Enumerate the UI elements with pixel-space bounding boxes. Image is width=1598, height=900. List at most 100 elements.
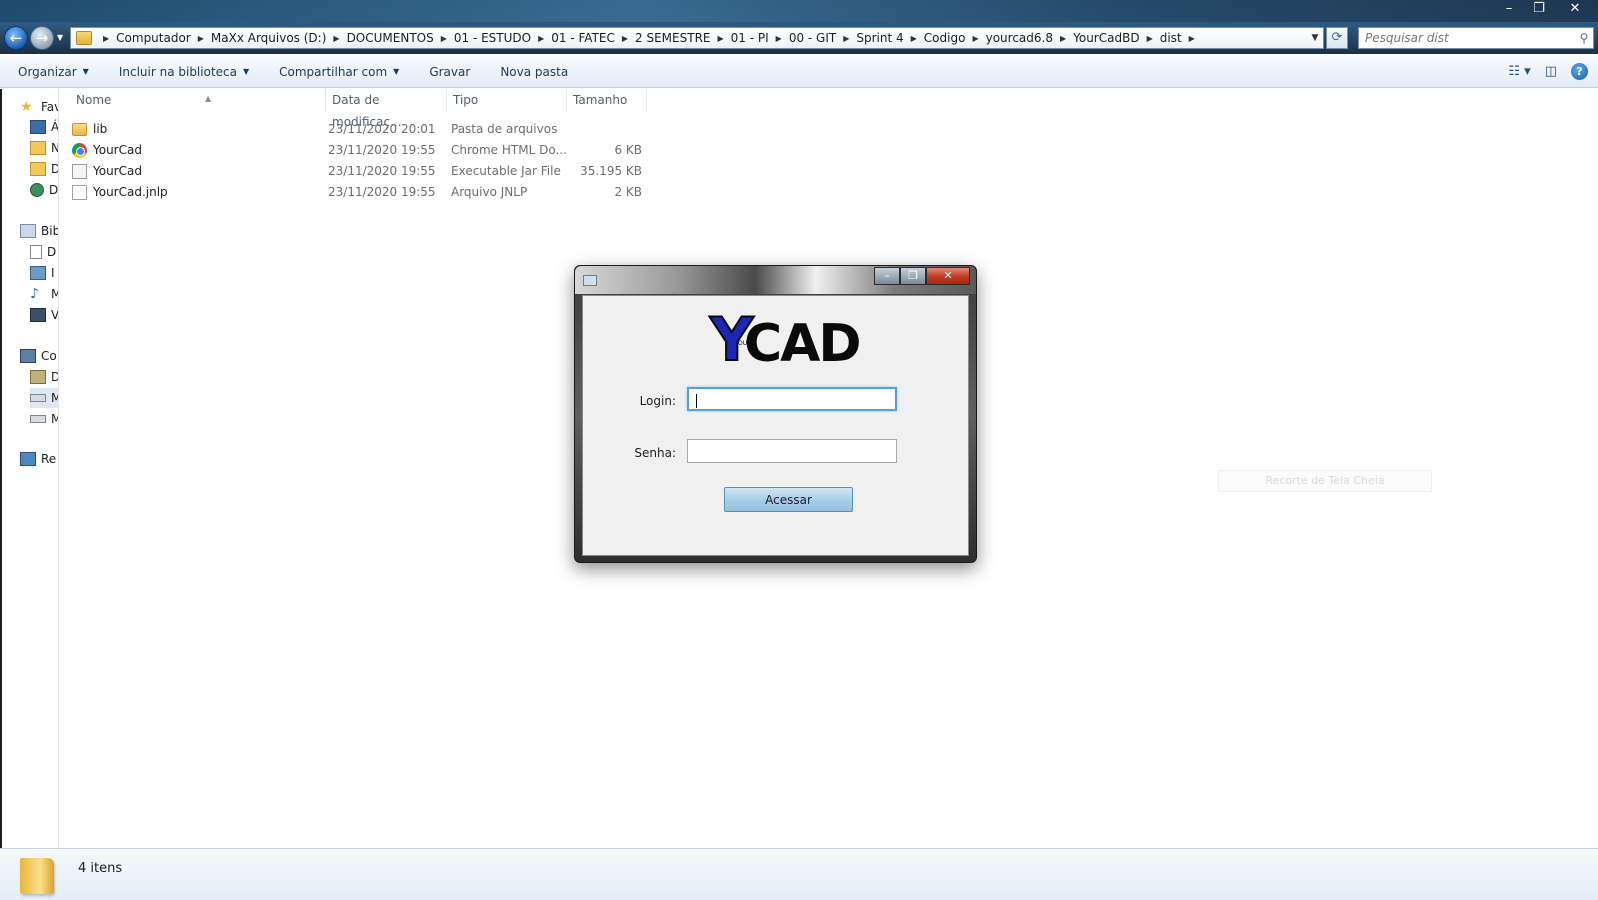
view-options-icon[interactable]: ☷ ▾ xyxy=(1508,64,1530,79)
column-header-date[interactable]: Data de modificaç... xyxy=(326,89,447,129)
dialog-minimize-button[interactable]: – xyxy=(874,267,900,285)
breadcrumb-item[interactable]: Sprint 4 xyxy=(856,31,903,45)
nav-fav-downloads[interactable]: N xyxy=(30,138,58,158)
column-header-label: Nome xyxy=(76,93,112,107)
organize-button[interactable]: Organizar ▼ xyxy=(18,65,89,79)
chevron-right-icon[interactable]: ▶ xyxy=(622,34,628,43)
file-name-cell: YourCad xyxy=(72,161,328,182)
password-input[interactable] xyxy=(687,439,897,463)
nav-comp-drive-d[interactable]: M xyxy=(30,388,58,408)
nav-fav-desktop[interactable]: Á xyxy=(30,117,58,137)
breadcrumb-item[interactable]: 01 - FATEC xyxy=(551,31,615,45)
close-window-button[interactable]: ✕ xyxy=(1560,0,1590,19)
dialog-maximize-button[interactable]: ❐ xyxy=(900,267,926,285)
access-button[interactable]: Acessar xyxy=(724,487,853,512)
file-type: Executable Jar File xyxy=(451,164,561,178)
nav-network-label: Re xyxy=(41,452,57,466)
breadcrumb-item[interactable]: dist xyxy=(1160,31,1182,45)
nav-favorites[interactable]: ★ Fav xyxy=(20,97,58,117)
preview-pane-icon[interactable]: ◫ xyxy=(1545,64,1557,79)
table-row[interactable]: lib 23/11/2020 20:01 Pasta de arquivos xyxy=(72,119,644,140)
history-dropdown-icon[interactable]: ▼ xyxy=(57,33,63,42)
breadcrumb-item[interactable]: YourCadBD xyxy=(1073,31,1139,45)
chevron-right-icon[interactable]: ▶ xyxy=(911,34,917,43)
drive-icon xyxy=(30,394,46,402)
file-type: Chrome HTML Do... xyxy=(451,143,567,157)
maximize-window-button[interactable]: ❐ xyxy=(1524,0,1554,19)
nav-fav-dropbox[interactable]: D xyxy=(30,159,58,179)
chevron-right-icon[interactable]: ▶ xyxy=(717,34,723,43)
chevron-down-icon[interactable]: ▼ xyxy=(1307,33,1323,43)
chevron-right-icon[interactable]: ▶ xyxy=(843,34,849,43)
chevron-right-icon[interactable]: ▶ xyxy=(972,34,978,43)
minimize-window-button[interactable]: – xyxy=(1494,0,1524,19)
nav-fav-recent[interactable]: D xyxy=(30,180,58,200)
chevron-right-icon[interactable]: ▶ xyxy=(1060,34,1066,43)
dialog-close-button[interactable]: ✕ xyxy=(926,267,970,285)
login-input[interactable] xyxy=(687,387,897,411)
chevron-right-icon[interactable]: ▶ xyxy=(1189,34,1195,43)
search-field[interactable]: ⚲ xyxy=(1358,27,1594,49)
dialog-titlebar[interactable]: – ❐ ✕ xyxy=(575,266,976,294)
breadcrumb-item[interactable]: DOCUMENTOS xyxy=(347,31,434,45)
chevron-right-icon[interactable]: ▶ xyxy=(441,34,447,43)
table-row[interactable]: YourCad 23/11/2020 19:55 Chrome HTML Do.… xyxy=(72,140,644,161)
chevron-right-icon[interactable]: ▶ xyxy=(776,34,782,43)
nav-libraries[interactable]: Bib xyxy=(20,221,58,241)
nav-lib-images[interactable]: I xyxy=(30,263,55,283)
chevron-right-icon[interactable]: ▶ xyxy=(538,34,544,43)
nav-item-label: I xyxy=(51,266,55,280)
snip-fullscreen-button[interactable]: Recorte de Tela Cheia xyxy=(1218,470,1432,492)
search-input[interactable] xyxy=(1359,29,1575,47)
burn-button[interactable]: Gravar xyxy=(429,65,470,79)
include-library-button[interactable]: Incluir na biblioteca ▼ xyxy=(119,65,249,79)
chevron-right-icon[interactable]: ▶ xyxy=(1147,34,1153,43)
column-header-name[interactable]: Nome ▲ xyxy=(70,89,326,112)
help-icon[interactable]: ? xyxy=(1571,63,1588,80)
file-size: 35.195 KB xyxy=(580,164,642,178)
forward-arrow-icon[interactable]: → xyxy=(30,26,54,50)
nav-lib-documents[interactable]: D xyxy=(30,242,56,262)
breadcrumb-item[interactable]: yourcad6.8 xyxy=(986,31,1053,45)
share-button[interactable]: Compartilhar com ▼ xyxy=(279,65,399,79)
breadcrumb-item[interactable]: 00 - GIT xyxy=(789,31,836,45)
address-bar[interactable]: ▶ Computador ▶ MaXx Arquivos (D:) ▶ DOCUMENTO… xyxy=(70,27,1324,49)
file-name: YourCad xyxy=(93,143,142,157)
navigation-pane: ★ Fav Á N D D Bib D I ♪ M V Co xyxy=(0,89,59,848)
background-window-strip xyxy=(0,0,1598,22)
back-arrow-icon[interactable]: ← xyxy=(4,26,28,50)
column-header-size[interactable]: Tamanho xyxy=(567,89,647,112)
breadcrumb-item[interactable]: Codigo xyxy=(924,31,966,45)
logo-cad: CAD xyxy=(744,314,862,374)
refresh-icon[interactable]: ⟳ xyxy=(1326,27,1348,49)
new-folder-button[interactable]: Nova pasta xyxy=(500,65,568,79)
file-date: 23/11/2020 20:01 xyxy=(328,122,436,136)
column-header-label: Tamanho xyxy=(573,93,628,107)
breadcrumb-item[interactable]: Computador xyxy=(116,31,191,45)
nav-item-label: D xyxy=(47,245,57,259)
nav-lib-videos[interactable]: V xyxy=(30,305,58,325)
login-dialog: – ❐ ✕ Y OUR CAD Login: Senha: Acessar xyxy=(574,265,977,563)
breadcrumb-item[interactable]: 01 - PI xyxy=(731,31,769,45)
breadcrumb-item[interactable]: MaXx Arquivos (D:) xyxy=(211,31,327,45)
table-row[interactable]: YourCad.jnlp 23/11/2020 19:55 Arquivo JN… xyxy=(72,182,644,203)
nav-lib-music[interactable]: ♪ M xyxy=(30,284,58,304)
nav-network[interactable]: Re xyxy=(20,449,56,469)
nav-comp-drive-e[interactable]: M xyxy=(30,409,58,429)
search-icon[interactable]: ⚲ xyxy=(1575,31,1593,45)
nav-item-label: M xyxy=(51,412,58,426)
folder-icon xyxy=(20,858,54,894)
nav-item-label: D xyxy=(49,183,59,197)
breadcrumb: ▶ Computador ▶ MaXx Arquivos (D:) ▶ DOCUMENTO… xyxy=(96,31,1307,45)
table-row[interactable]: YourCad 23/11/2020 19:55 Executable Jar … xyxy=(72,161,644,182)
chrome-html-icon xyxy=(72,143,87,158)
chevron-right-icon[interactable]: ▶ xyxy=(103,34,109,43)
column-header-type[interactable]: Tipo xyxy=(447,89,567,112)
nav-computer[interactable]: Co xyxy=(20,346,57,366)
nav-comp-drive-c[interactable]: D xyxy=(30,367,58,387)
chevron-down-icon: ▼ xyxy=(393,67,400,76)
breadcrumb-item[interactable]: 01 - ESTUDO xyxy=(454,31,531,45)
chevron-right-icon[interactable]: ▶ xyxy=(333,34,339,43)
breadcrumb-item[interactable]: 2 SEMESTRE xyxy=(635,31,710,45)
chevron-right-icon[interactable]: ▶ xyxy=(198,34,204,43)
